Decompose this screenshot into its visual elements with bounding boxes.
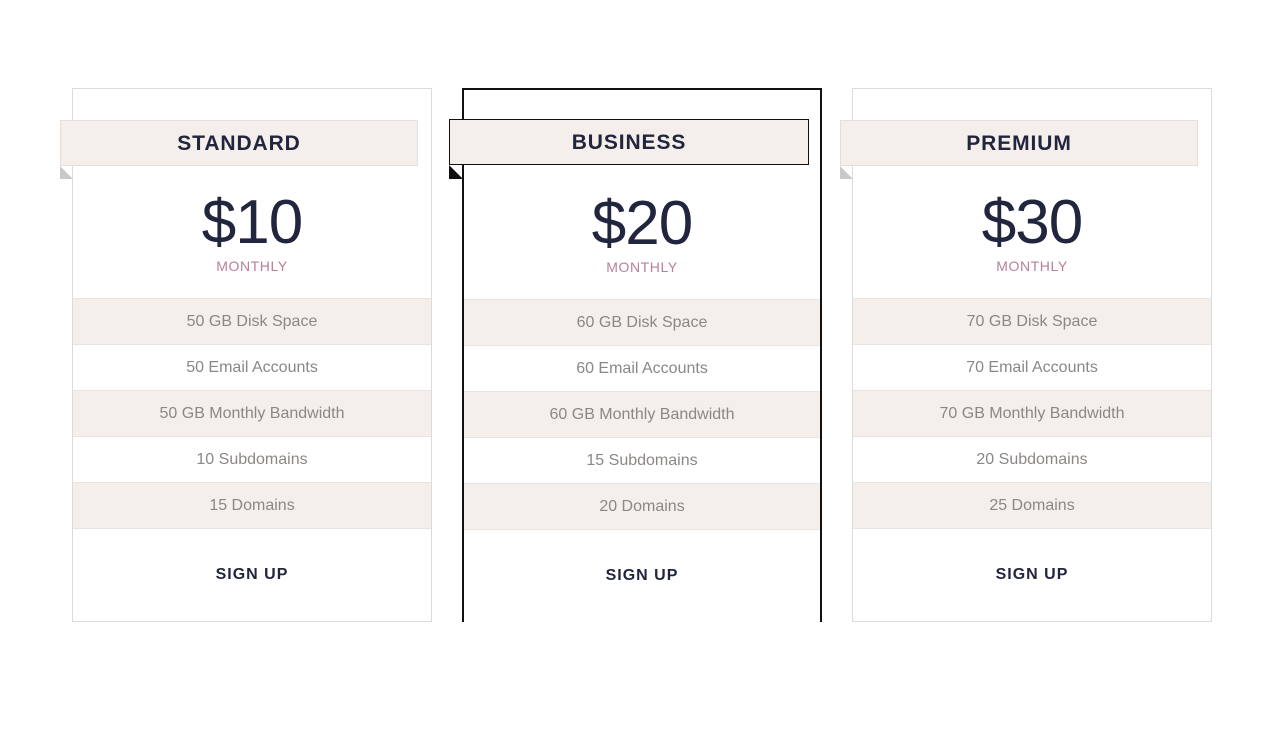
price-block: $30 MONTHLY — [853, 167, 1211, 298]
signup-cell[interactable]: SIGN UP — [73, 528, 431, 621]
pricing-card-standard[interactable]: STANDARD $10 MONTHLY 50 GB Disk Space 50… — [60, 88, 432, 622]
price-block: $10 MONTHLY — [73, 167, 431, 298]
feature-item: 10 Subdomains — [73, 436, 431, 482]
feature-item: 70 GB Monthly Bandwidth — [853, 390, 1211, 436]
signup-cell[interactable]: SIGN UP — [464, 529, 820, 622]
feature-list: 50 GB Disk Space 50 Email Accounts 50 GB… — [73, 298, 431, 528]
signup-cell[interactable]: SIGN UP — [853, 528, 1211, 621]
plan-price: $20 — [591, 189, 693, 258]
plan-name: STANDARD — [177, 131, 301, 155]
plan-period: MONTHLY — [996, 258, 1068, 274]
feature-item: 70 Email Accounts — [853, 344, 1211, 390]
feature-item: 25 Domains — [853, 482, 1211, 528]
pricing-card-business[interactable]: BUSINESS $20 MONTHLY 60 GB Disk Space 60… — [449, 88, 822, 622]
feature-item: 60 Email Accounts — [464, 345, 820, 391]
feature-item: 20 Subdomains — [853, 436, 1211, 482]
feature-item: 50 GB Disk Space — [73, 298, 431, 344]
pricing-card-premium[interactable]: PREMIUM $30 MONTHLY 70 GB Disk Space 70 … — [840, 88, 1212, 622]
plan-ribbon-standard: STANDARD — [60, 120, 418, 166]
ribbon-fold-icon — [840, 166, 853, 179]
feature-item: 70 GB Disk Space — [853, 298, 1211, 344]
pricing-table: STANDARD $10 MONTHLY 50 GB Disk Space 50… — [0, 0, 1280, 742]
sign-up-button[interactable]: SIGN UP — [996, 566, 1069, 584]
plan-name: BUSINESS — [571, 130, 687, 154]
feature-item: 50 GB Monthly Bandwidth — [73, 390, 431, 436]
plan-name: PREMIUM — [966, 131, 1072, 155]
plan-ribbon-premium: PREMIUM — [840, 120, 1198, 166]
feature-list: 60 GB Disk Space 60 Email Accounts 60 GB… — [464, 299, 820, 529]
ribbon-fold-icon — [449, 165, 463, 179]
sign-up-button[interactable]: SIGN UP — [606, 567, 679, 585]
plan-price: $10 — [201, 188, 303, 257]
price-block: $20 MONTHLY — [464, 168, 820, 299]
plan-period: MONTHLY — [216, 258, 288, 274]
ribbon-fold-icon — [60, 166, 73, 179]
plan-ribbon-business: BUSINESS — [449, 119, 809, 165]
sign-up-button[interactable]: SIGN UP — [216, 566, 289, 584]
feature-list: 70 GB Disk Space 70 Email Accounts 70 GB… — [853, 298, 1211, 528]
plan-price: $30 — [981, 188, 1083, 257]
feature-item: 15 Subdomains — [464, 437, 820, 483]
plan-period: MONTHLY — [606, 259, 678, 275]
feature-item: 50 Email Accounts — [73, 344, 431, 390]
feature-item: 20 Domains — [464, 483, 820, 529]
feature-item: 15 Domains — [73, 482, 431, 528]
feature-item: 60 GB Disk Space — [464, 299, 820, 345]
feature-item: 60 GB Monthly Bandwidth — [464, 391, 820, 437]
